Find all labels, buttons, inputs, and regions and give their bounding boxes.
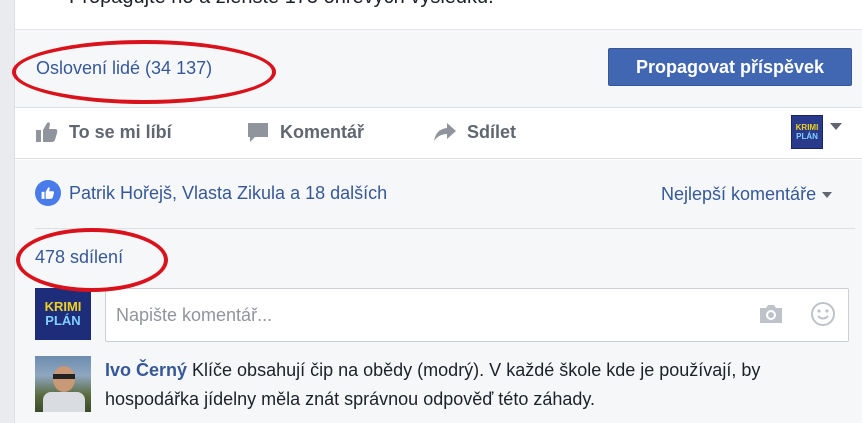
comment-sort-label: Nejlepší komentáře (661, 184, 817, 204)
comment-label: Komentář (280, 121, 365, 142)
emoji-icon[interactable] (810, 301, 836, 327)
avatar-face (53, 366, 75, 392)
composer-avatar-top: KRIMI (44, 299, 82, 314)
share-arrow-icon (434, 123, 456, 141)
comment-input[interactable]: Napište komentář... (105, 288, 849, 342)
composer-avatar-bottom: PLÁN (45, 313, 81, 328)
comment-sort-dropdown[interactable]: Nejlepší komentáře (661, 184, 833, 205)
thumbs-up-icon (36, 122, 58, 142)
like-button[interactable]: To se mi líbí (35, 121, 172, 143)
like-label: To se mi líbí (69, 121, 172, 142)
comment-bubble-icon (248, 123, 268, 142)
share-label: Sdílet (467, 121, 517, 142)
comment-body: Ivo Černý Klíče obsahují čip na obědy (m… (105, 356, 845, 414)
promote-post-button[interactable]: Propagovat příspěvek (608, 48, 852, 86)
share-button[interactable]: Sdílet (433, 121, 516, 143)
people-reached-link[interactable]: Oslovení lidé (34 137) (36, 58, 212, 79)
comment-placeholder: Napište komentář... (116, 305, 273, 325)
comment-author-link[interactable]: Ivo Černý (105, 360, 187, 380)
avatar: KRIMI PLÁN (35, 288, 91, 340)
avatar-text-bottom: PLÁN (796, 132, 818, 141)
reactions-summary[interactable]: Patrik Hořejš, Vlasta Zikula a 18 dalšíc… (35, 180, 387, 206)
post-card: Propagujte ho a zlenšte 175 ohrevých výs… (14, 0, 862, 423)
avatar-text-top: KRIMI (795, 123, 819, 132)
camera-icon[interactable] (758, 303, 784, 325)
comments-section: Patrik Hořejš, Vlasta Zikula a 18 dalšíc… (15, 160, 862, 423)
divider (35, 228, 855, 229)
page-avatar-selector[interactable]: KRIMI PLÁN (791, 115, 823, 149)
post-text-cutoff: Propagujte ho a zlenšte 175 ohrevých výs… (15, 0, 862, 30)
avatar-shirt (43, 392, 85, 412)
avatar-glasses (53, 374, 75, 379)
reactions-people: Patrik Hořejš, Vlasta Zikula a 18 dalšíc… (69, 182, 388, 203)
like-reaction-icon (35, 180, 61, 206)
comment-item: Ivo Černý Klíče obsahují čip na obědy (m… (35, 356, 855, 423)
post-text: Propagujte ho a zlenšte 175 ohrevých výs… (69, 0, 494, 9)
comment-composer: KRIMI PLÁN Napište komentář... (35, 288, 855, 344)
reach-row: Oslovení lidé (34 137) Propagovat příspě… (15, 30, 862, 108)
chevron-down-icon[interactable] (829, 122, 843, 132)
comment-text: Klíče obsahují čip na obědy (modrý). V k… (105, 360, 761, 409)
commenter-avatar[interactable] (35, 356, 91, 412)
post-action-bar: To se mi líbí Komentář Sdílet KRIMI PLÁN (15, 109, 862, 159)
dropdown-arrow-icon (822, 191, 833, 198)
comment-button[interactable]: Komentář (246, 121, 364, 143)
shares-count-link[interactable]: 478 sdílení (35, 247, 123, 268)
